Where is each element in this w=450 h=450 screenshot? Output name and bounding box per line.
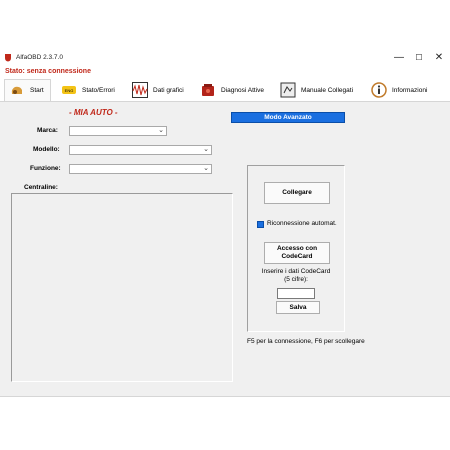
chevron-down-icon: ⌄ bbox=[203, 146, 209, 153]
maximize-button[interactable]: ☐ bbox=[411, 51, 427, 65]
marca-select[interactable]: ⌄ bbox=[69, 126, 167, 136]
chevron-down-icon: ⌄ bbox=[203, 165, 209, 172]
graph-icon bbox=[132, 82, 148, 98]
engine-icon bbox=[202, 84, 214, 96]
codecard-instructions-line1: Inserire i dati CodeCard bbox=[261, 268, 331, 275]
marca-label: Marca: bbox=[37, 127, 58, 134]
app-logo-icon bbox=[5, 54, 11, 62]
check-engine-icon: ENG bbox=[62, 86, 76, 94]
close-button[interactable]: ✕ bbox=[431, 51, 447, 65]
codecard-input[interactable] bbox=[277, 288, 315, 299]
window-title: AlfaOBD 2.3.7.0 bbox=[16, 54, 63, 61]
codecard-access-line2: CodeCard bbox=[281, 253, 313, 260]
tab-label-grafici: Dati grafici bbox=[153, 86, 184, 94]
tab-informazioni[interactable]: Informazioni bbox=[371, 79, 427, 101]
codecard-instructions-line2: (5 cifre): bbox=[284, 276, 308, 283]
salva-button[interactable]: Salva bbox=[276, 301, 320, 314]
codecard-access-line1: Accesso con bbox=[276, 245, 318, 252]
modello-select[interactable]: ⌄ bbox=[69, 145, 212, 155]
riconnessione-checkbox[interactable] bbox=[257, 221, 264, 228]
modo-avanzato-button[interactable]: Modo Avanzato bbox=[231, 112, 345, 123]
codecard-instructions: Inserire i dati CodeCard (5 cifre): bbox=[257, 268, 335, 284]
funzione-label: Funzione: bbox=[30, 165, 61, 172]
tab-dati-grafici[interactable]: Dati grafici bbox=[132, 79, 184, 101]
minimize-button[interactable]: — bbox=[391, 51, 407, 65]
shortcut-hint: F5 per la connessione, F6 per scollegare bbox=[247, 338, 365, 345]
window-bottom-border bbox=[0, 396, 450, 397]
tab-label-start: Start bbox=[30, 87, 44, 94]
tab-stato-errori[interactable]: ENG Stato/Errori bbox=[61, 79, 115, 101]
tab-manuale-collegati[interactable]: Manuale Collegati bbox=[280, 79, 353, 101]
funzione-select[interactable]: ⌄ bbox=[69, 164, 212, 174]
car-engine-icon bbox=[11, 86, 22, 94]
tab-label-diagnosi: Diagnosi Attive bbox=[221, 86, 264, 94]
title-bar bbox=[0, 47, 450, 69]
svg-text:ENG: ENG bbox=[65, 88, 74, 93]
riconnessione-label: Riconnessione automat. bbox=[267, 220, 337, 227]
chevron-down-icon: ⌄ bbox=[158, 127, 164, 134]
tab-diagnosi-attive[interactable]: Diagnosi Attive bbox=[200, 79, 264, 101]
info-icon bbox=[371, 82, 387, 98]
codecard-access-button[interactable]: Accesso con CodeCard bbox=[264, 242, 330, 264]
tab-label-stato: Stato/Errori bbox=[82, 86, 115, 94]
tab-label-manuale: Manuale Collegati bbox=[301, 86, 354, 94]
centraline-list[interactable] bbox=[11, 193, 233, 382]
connection-status: Stato: senza connessione bbox=[5, 68, 91, 75]
section-title: - MIA AUTO - bbox=[69, 108, 118, 117]
manual-icon bbox=[280, 82, 296, 98]
tab-start[interactable]: Start bbox=[4, 79, 51, 101]
tab-label-info: Informazioni bbox=[392, 86, 428, 94]
collegare-button[interactable]: Collegare bbox=[264, 182, 330, 204]
centraline-label: Centraline: bbox=[24, 184, 58, 191]
modello-label: Modello: bbox=[33, 146, 60, 153]
